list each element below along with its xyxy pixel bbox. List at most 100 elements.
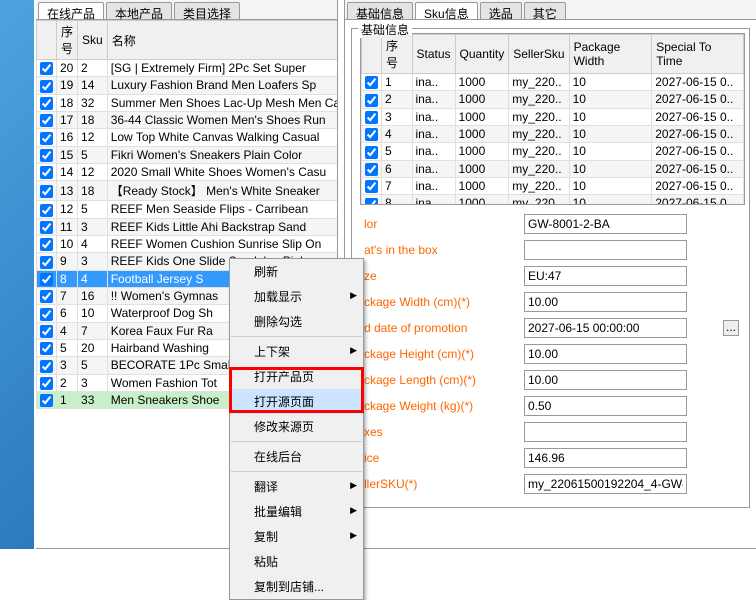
menu-item[interactable]: 打开源页面 [230,389,363,414]
table-row[interactable]: 125REEF Men Seaside Flips - Carribean [37,201,338,218]
table-row[interactable]: 104REEF Women Cushion Sunrise Slip On [37,235,338,252]
menu-item[interactable]: 翻译▶ [230,474,363,499]
row-checkbox[interactable] [40,238,53,251]
menu-item[interactable]: 上下架▶ [230,339,363,364]
tab-sku[interactable]: Sku信息 [415,2,478,19]
menu-item[interactable]: 粘贴 [230,549,363,574]
col-seq[interactable]: 序号 [57,21,78,60]
menu-item[interactable]: 复制到店铺... [230,574,363,599]
menu-item[interactable]: 批量编辑▶ [230,499,363,524]
submenu-arrow-icon: ▶ [350,530,357,541]
table-row[interactable]: 155Fikri Women's Sneakers Plain Color [37,146,338,163]
row-checkbox[interactable] [40,221,53,234]
sku-col-special[interactable]: Special To Time [652,35,744,74]
row-checkbox[interactable] [40,166,53,179]
tab-local-product[interactable]: 本地产品 [106,2,172,19]
tab-select[interactable]: 选品 [480,2,522,19]
table-row[interactable]: 14122020 Small White Shoes Women's Casu [37,163,338,180]
row-checkbox[interactable] [40,80,53,93]
row-checkbox[interactable] [40,394,53,407]
row-checkbox[interactable] [365,128,378,141]
sku-col-sellersku[interactable]: SellerSku [509,35,569,74]
form-input[interactable] [524,344,687,364]
row-checkbox[interactable] [365,94,378,107]
row-checkbox[interactable] [40,62,53,75]
form-input[interactable] [524,214,687,234]
form-input[interactable] [524,292,687,312]
sku-col-pkgwidth[interactable]: Package Width [569,35,652,74]
menu-item[interactable]: 加载显示▶ [230,284,363,309]
form-label: d date of promotion [364,321,524,335]
form-input[interactable] [524,266,687,286]
menu-item[interactable]: 打开产品页 [230,364,363,389]
sku-col-seq[interactable]: 序号 [382,35,413,74]
table-row[interactable]: 113REEF Kids Little Ahi Backstrap Sand [37,218,338,235]
table-row[interactable]: 6ina..1000my_220..102027-06-15 0.. [362,160,744,177]
row-checkbox[interactable] [40,273,53,286]
form-input[interactable] [524,370,687,390]
sku-col-qty[interactable]: Quantity [455,35,509,74]
table-row[interactable]: 1832Summer Men Shoes Lac-Up Mesh Men Ca [37,94,338,111]
form-input[interactable] [524,422,687,442]
menu-item[interactable]: 刷新 [230,259,363,284]
cell: my_220.. [509,125,569,142]
row-checkbox[interactable] [40,149,53,162]
row-checkbox[interactable] [40,97,53,110]
table-row[interactable]: 2ina..1000my_220..102027-06-15 0.. [362,91,744,108]
row-checkbox[interactable] [40,185,53,198]
menu-item[interactable]: 在线后台 [230,444,363,469]
table-row[interactable]: 5ina..1000my_220..102027-06-15 0.. [362,143,744,160]
tab-other[interactable]: 其它 [524,2,566,19]
row-checkbox[interactable] [40,114,53,127]
sku-col-status[interactable]: Status [412,35,455,74]
row-checkbox[interactable] [40,290,53,303]
row-checkbox[interactable] [365,163,378,176]
row-checkbox[interactable] [40,308,53,321]
table-row[interactable]: 8ina..1000my_220..102027-06-15 0.. [362,195,744,205]
form-input[interactable] [524,318,687,338]
row-checkbox[interactable] [40,132,53,145]
tab-online-product[interactable]: 在线产品 [38,2,104,19]
row-checkbox[interactable] [40,256,53,269]
cell: 1000 [455,91,509,108]
table-row[interactable]: 1612Low Top White Canvas Walking Casual [37,129,338,146]
table-row[interactable]: 202[SG | Extremely Firm] 2Pc Set Super [37,60,338,77]
menu-item[interactable]: 复制▶ [230,524,363,549]
col-name[interactable]: 名称 [107,21,337,60]
row-checkbox[interactable] [365,146,378,159]
form-input[interactable] [524,474,687,494]
form-label: ckage Length (cm)(*) [364,373,524,387]
form-label: xes [364,425,524,439]
table-row[interactable]: 3ina..1000my_220..102027-06-15 0.. [362,108,744,125]
row-checkbox[interactable] [365,180,378,193]
menu-item[interactable]: 删除勾选 [230,309,363,334]
row-checkbox[interactable] [365,111,378,124]
table-row[interactable]: 4ina..1000my_220..102027-06-15 0.. [362,125,744,142]
form-row: at's in the box [364,239,741,261]
form-input[interactable] [524,396,687,416]
row-checkbox[interactable] [40,360,53,373]
cell: 5 [382,143,413,160]
date-picker-button[interactable]: ... [723,320,739,336]
row-checkbox[interactable] [40,325,53,338]
col-sku[interactable]: Sku [78,21,108,60]
form-input[interactable] [524,448,687,468]
table-row[interactable]: 1ina..1000my_220..102027-06-15 0.. [362,74,744,91]
cell-seq: 12 [57,201,78,218]
sku-grid[interactable]: 序号 Status Quantity SellerSku Package Wid… [360,33,745,205]
tab-category[interactable]: 类目选择 [174,2,240,19]
menu-item[interactable]: 修改来源页 [230,414,363,439]
form-input[interactable] [524,240,687,260]
tab-basic[interactable]: 基础信息 [347,2,413,19]
row-checkbox[interactable] [40,204,53,217]
cell-sku: 5 [78,201,108,218]
row-checkbox[interactable] [365,198,378,205]
table-row[interactable]: 1914Luxury Fashion Brand Men Loafers Sp [37,77,338,94]
table-row[interactable]: 7ina..1000my_220..102027-06-15 0.. [362,177,744,194]
cell-name: 2020 Small White Shoes Women's Casu [107,163,337,180]
table-row[interactable]: 171836-44 Classic Women Men's Shoes Run [37,111,338,128]
row-checkbox[interactable] [40,377,53,390]
row-checkbox[interactable] [40,342,53,355]
row-checkbox[interactable] [365,76,378,89]
table-row[interactable]: 1318【Ready Stock】 Men's White Sneaker [37,181,338,201]
